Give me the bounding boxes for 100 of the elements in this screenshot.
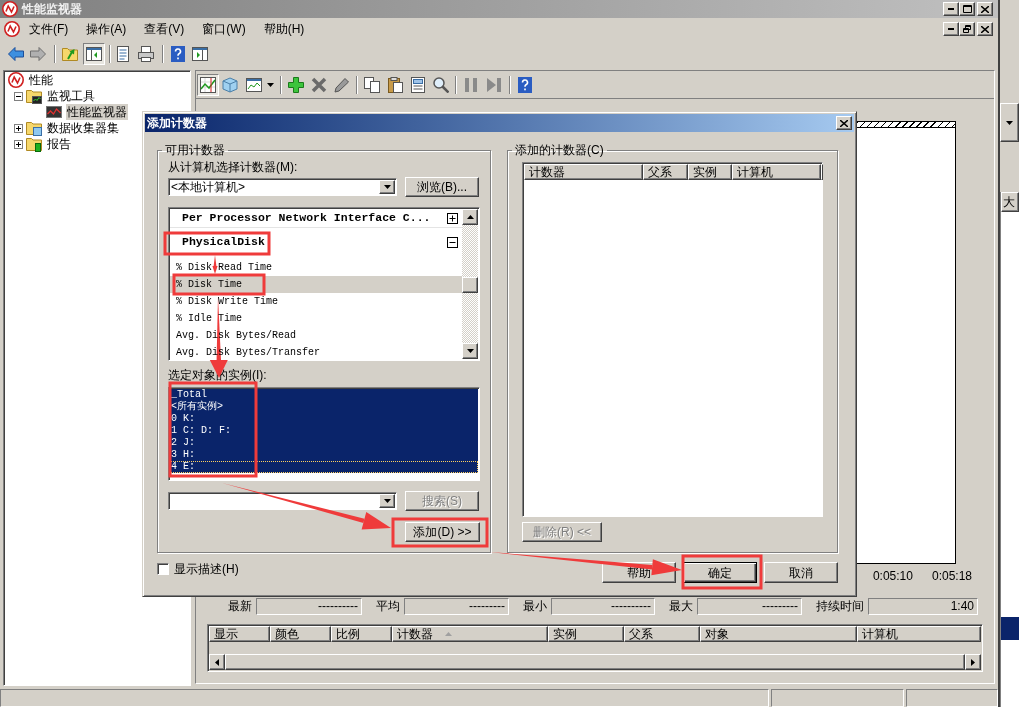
add-button[interactable]: 添加(D) >> <box>405 522 480 542</box>
maximize-icon <box>962 5 972 13</box>
tree-item[interactable]: 性能 <box>28 72 54 88</box>
instance-item[interactable]: 1 C: D: F: <box>170 425 478 437</box>
tree-item[interactable]: 数据收集器集 <box>46 120 120 136</box>
minimize-button[interactable] <box>943 22 959 36</box>
expand-icon[interactable] <box>447 212 458 224</box>
cube-icon[interactable] <box>222 76 238 93</box>
tree-item[interactable]: 监视工具 <box>46 88 96 104</box>
instance-search-field[interactable] <box>168 492 397 510</box>
column-header[interactable]: 计算机 <box>732 164 821 180</box>
dialog-button[interactable]: 取消 <box>764 562 838 583</box>
scroll-left-button[interactable] <box>209 654 225 670</box>
stat-value: 1:40 <box>868 597 978 615</box>
down-arrow-icon <box>466 349 474 353</box>
column-header[interactable]: 计数器 <box>392 626 548 642</box>
dialog-button[interactable]: 确定 <box>683 562 757 583</box>
column-header[interactable]: 显示 <box>209 626 270 642</box>
column-header[interactable]: 父系 <box>624 626 700 642</box>
column-header[interactable]: 比例 <box>331 626 392 642</box>
maximize-button[interactable] <box>959 2 975 16</box>
right-pane-window-icon[interactable] <box>192 46 208 62</box>
minimize-icon <box>948 28 954 30</box>
counter-item[interactable]: % Disk Write Time <box>170 293 462 310</box>
column-header[interactable]: 计算机 <box>857 626 981 642</box>
checkbox-label[interactable]: 显示描述(H) <box>174 561 239 576</box>
close-button[interactable] <box>977 22 993 36</box>
instance-item[interactable]: _Total <box>170 389 478 401</box>
left-pane-window-icon <box>86 46 102 62</box>
help-icon[interactable] <box>517 76 533 93</box>
close-icon <box>981 25 989 33</box>
window-title: 性能监视器 <box>22 2 82 16</box>
scroll-down-button[interactable] <box>462 343 478 359</box>
dropdown-button[interactable] <box>379 180 395 194</box>
counter-object[interactable]: PhysicalDisk <box>170 228 462 256</box>
stat-label: 最新 <box>228 599 252 613</box>
browse-button[interactable]: 浏览(B)... <box>405 177 479 197</box>
cross-icon[interactable] <box>311 76 327 93</box>
instance-item[interactable]: 4 E: <box>170 461 478 473</box>
instance-item[interactable]: 2 J: <box>170 437 478 449</box>
restore-button[interactable] <box>959 22 975 36</box>
column-header[interactable]: 对象 <box>700 626 857 642</box>
form-document-icon[interactable] <box>410 76 426 93</box>
counter-object[interactable]: Per Processor Network Interface C... <box>170 209 462 228</box>
column-header[interactable]: 父系 <box>643 164 688 180</box>
pen-icon[interactable] <box>334 76 350 93</box>
tree-item[interactable]: 报告 <box>46 136 72 152</box>
stat-value: --------- <box>404 597 509 615</box>
minimize-button[interactable] <box>943 2 959 16</box>
folder-up-icon[interactable] <box>62 46 78 62</box>
tree-item[interactable]: 性能监视器 <box>66 104 128 120</box>
minimize-icon <box>948 8 954 10</box>
stat-label: 最大 <box>669 599 693 613</box>
menu-item[interactable]: 操作(A) <box>77 21 136 37</box>
group-title: 可用计数器 <box>164 143 226 157</box>
close-button[interactable] <box>977 2 993 16</box>
document-list-icon[interactable] <box>115 46 131 62</box>
scroll-right-button[interactable] <box>965 654 981 670</box>
column-header[interactable]: 实例 <box>688 164 732 180</box>
column-header[interactable]: 颜色 <box>270 626 331 642</box>
menu-item[interactable]: 窗口(W) <box>193 21 255 37</box>
printer-icon[interactable] <box>138 46 154 62</box>
folder-report-icon <box>26 136 42 152</box>
copy-icon[interactable] <box>364 76 380 93</box>
circle-logo-icon[interactable] <box>4 21 20 37</box>
instance-item[interactable]: <所有实例> <box>170 401 478 413</box>
scrollbar-thumb[interactable] <box>225 654 965 670</box>
menu-item[interactable]: 帮助(H) <box>254 21 314 37</box>
selection-bar <box>1001 617 1019 640</box>
counter-item[interactable]: % Disk Read Time <box>170 259 462 276</box>
clipboard-icon[interactable] <box>387 76 403 93</box>
column-header[interactable]: 实例 <box>548 626 624 642</box>
computer-dropdown[interactable]: <本地计算机> <box>168 178 397 196</box>
collapse-icon[interactable] <box>447 236 458 248</box>
help-icon[interactable] <box>170 46 186 62</box>
magnifier-icon[interactable] <box>433 76 449 93</box>
scroll-up-button[interactable] <box>462 209 478 225</box>
graph-view-button[interactable] <box>197 73 219 96</box>
instance-item[interactable]: 0 K: <box>170 413 478 425</box>
report-window-icon[interactable] <box>246 76 262 93</box>
menu-item[interactable]: 文件(F) <box>20 21 78 37</box>
collapse-icon[interactable] <box>13 91 23 101</box>
checkbox[interactable] <box>157 562 169 575</box>
plus-icon[interactable] <box>288 76 304 93</box>
counter-item[interactable]: % Disk Time <box>170 276 462 293</box>
folder-chart-icon <box>26 88 42 104</box>
scrollbar-thumb[interactable] <box>462 277 478 293</box>
column-header[interactable]: 大 <box>1001 192 1019 212</box>
back-arrow-icon[interactable] <box>8 46 24 62</box>
close-button[interactable] <box>836 116 852 130</box>
menu-item[interactable]: 查看(V) <box>135 21 194 37</box>
dropdown-button[interactable] <box>1000 103 1019 142</box>
expand-icon[interactable] <box>13 139 23 149</box>
expand-icon[interactable] <box>13 123 23 133</box>
column-header[interactable]: 计数器 <box>524 164 643 180</box>
dialog-title: 添加计数器 <box>147 116 207 130</box>
tree-toggle-button[interactable] <box>83 43 105 65</box>
forward-arrow-icon[interactable] <box>30 46 46 62</box>
instance-item[interactable]: 3 H: <box>170 449 478 461</box>
dropdown-button[interactable] <box>379 494 395 508</box>
